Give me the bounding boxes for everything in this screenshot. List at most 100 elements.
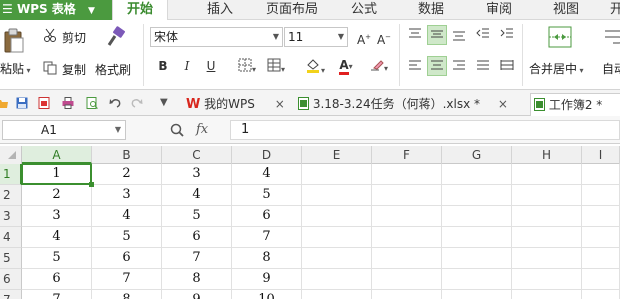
- copy-button[interactable]: 复制: [62, 61, 86, 78]
- select-all-corner[interactable]: [0, 146, 22, 164]
- grid-cell[interactable]: [302, 290, 372, 299]
- align-left-icon[interactable]: [407, 58, 423, 77]
- cell-style-icon[interactable]: ▾: [263, 58, 289, 78]
- row-header[interactable]: 7: [0, 290, 22, 299]
- grid-cell[interactable]: [442, 290, 512, 299]
- tab-view[interactable]: 视图: [553, 0, 579, 20]
- fill-handle[interactable]: [89, 182, 94, 187]
- zoom-search-icon[interactable]: [170, 123, 184, 140]
- row-header[interactable]: 4: [0, 227, 22, 248]
- column-header-f[interactable]: F: [372, 146, 442, 164]
- grid-cell[interactable]: 6: [22, 269, 92, 290]
- grid-cell[interactable]: 5: [22, 248, 92, 269]
- grid-cell[interactable]: 5: [232, 185, 302, 206]
- open-folder-icon[interactable]: [0, 97, 8, 109]
- tab-workbook2[interactable]: 工作簿2 *: [530, 93, 620, 116]
- tab-home[interactable]: 开始: [112, 0, 168, 21]
- merge-center-icon[interactable]: [548, 26, 572, 51]
- grid-cell[interactable]: 5: [162, 206, 232, 227]
- justify-icon[interactable]: [475, 58, 491, 77]
- grid-cell[interactable]: [372, 227, 442, 248]
- grid-cell[interactable]: 8: [162, 269, 232, 290]
- border-icon[interactable]: ▾: [234, 58, 260, 78]
- grid-cell[interactable]: 3: [22, 206, 92, 227]
- grid-cell[interactable]: 6: [232, 206, 302, 227]
- grid-cell[interactable]: [302, 185, 372, 206]
- grid-cell[interactable]: [302, 248, 372, 269]
- close-icon[interactable]: ×: [275, 97, 285, 111]
- distributed-icon[interactable]: [499, 58, 515, 77]
- column-header-h[interactable]: H: [512, 146, 582, 164]
- grid-cell[interactable]: 2: [92, 164, 162, 185]
- app-menu-button[interactable]: ☰ WPS 表格 ▼: [0, 0, 112, 20]
- undo-icon[interactable]: [109, 97, 121, 109]
- grid-cell[interactable]: [442, 248, 512, 269]
- grid-cell[interactable]: 2: [22, 185, 92, 206]
- grid-cell[interactable]: [582, 164, 620, 185]
- grid-cell[interactable]: [372, 206, 442, 227]
- grid-cell[interactable]: 3: [92, 185, 162, 206]
- grid-cell[interactable]: [512, 164, 582, 185]
- underline-icon[interactable]: U: [204, 58, 218, 74]
- grid-cell[interactable]: [442, 185, 512, 206]
- grid-cell[interactable]: [372, 269, 442, 290]
- grid-cell[interactable]: [442, 269, 512, 290]
- clear-format-icon[interactable]: ▾: [366, 57, 392, 77]
- grid-cell[interactable]: 6: [92, 248, 162, 269]
- row-header[interactable]: 6: [0, 269, 22, 290]
- grid-cell[interactable]: 8: [232, 248, 302, 269]
- export-pdf-icon[interactable]: [38, 97, 50, 109]
- grid-cell[interactable]: [372, 164, 442, 185]
- grid-cell[interactable]: [442, 206, 512, 227]
- decrease-font-icon[interactable]: A−: [376, 29, 392, 48]
- tab-task-file[interactable]: 3.18-3.24任务（何蒋）.xlsx * ×: [298, 93, 508, 116]
- grid-cell[interactable]: 4: [22, 227, 92, 248]
- grid-cell[interactable]: 7: [92, 269, 162, 290]
- grid-cell[interactable]: [512, 185, 582, 206]
- increase-font-icon[interactable]: A+: [356, 29, 372, 48]
- column-header-d[interactable]: D: [232, 146, 302, 164]
- tab-my-wps[interactable]: W 我的WPS ×: [186, 93, 285, 116]
- grid-cell[interactable]: [582, 206, 620, 227]
- grid-cell[interactable]: 10: [232, 290, 302, 299]
- paste-button[interactable]: 粘贴 ▾: [0, 60, 31, 77]
- grid-cell[interactable]: [512, 206, 582, 227]
- grid-cell[interactable]: [302, 164, 372, 185]
- increase-indent-icon[interactable]: [499, 26, 515, 45]
- align-bottom-icon[interactable]: [451, 26, 467, 45]
- grid-cell[interactable]: 3: [162, 164, 232, 185]
- print-icon[interactable]: [62, 97, 74, 109]
- grid-cell[interactable]: [372, 185, 442, 206]
- formula-input[interactable]: 1: [230, 120, 620, 140]
- redo-icon[interactable]: [131, 97, 143, 109]
- grid-cell[interactable]: [372, 290, 442, 299]
- grid-cell[interactable]: 7: [22, 290, 92, 299]
- grid-cell[interactable]: 6: [162, 227, 232, 248]
- merge-center-button[interactable]: 合并居中 ▾: [529, 60, 584, 77]
- row-header[interactable]: 3: [0, 206, 22, 227]
- decrease-indent-icon[interactable]: [475, 26, 491, 45]
- grid-cell[interactable]: [582, 227, 620, 248]
- save-icon[interactable]: [16, 97, 28, 109]
- grid-cell[interactable]: 8: [92, 290, 162, 299]
- grid-cell[interactable]: [512, 248, 582, 269]
- insert-function-button[interactable]: fx: [196, 122, 208, 137]
- align-center-icon[interactable]: [427, 56, 447, 76]
- print-preview-icon[interactable]: [86, 97, 98, 109]
- grid-cell[interactable]: [442, 227, 512, 248]
- align-right-icon[interactable]: [451, 58, 467, 77]
- close-icon[interactable]: ×: [498, 97, 508, 111]
- font-size-select[interactable]: 11 ▼: [284, 27, 348, 47]
- customize-toolbar-icon[interactable]: ▼: [160, 97, 168, 108]
- tab-formulas[interactable]: 公式: [351, 0, 377, 20]
- tab-review[interactable]: 审阅: [486, 0, 512, 20]
- tab-more[interactable]: 开: [610, 0, 620, 20]
- grid-cell[interactable]: 4: [162, 185, 232, 206]
- row-header[interactable]: 1: [0, 164, 22, 185]
- wrap-text-button[interactable]: 自动: [602, 60, 620, 77]
- column-header-c[interactable]: C: [162, 146, 232, 164]
- tab-page-layout[interactable]: 页面布局: [266, 0, 318, 20]
- grid-cell[interactable]: 4: [232, 164, 302, 185]
- row-header[interactable]: 5: [0, 248, 22, 269]
- cut-button[interactable]: 剪切: [62, 29, 86, 46]
